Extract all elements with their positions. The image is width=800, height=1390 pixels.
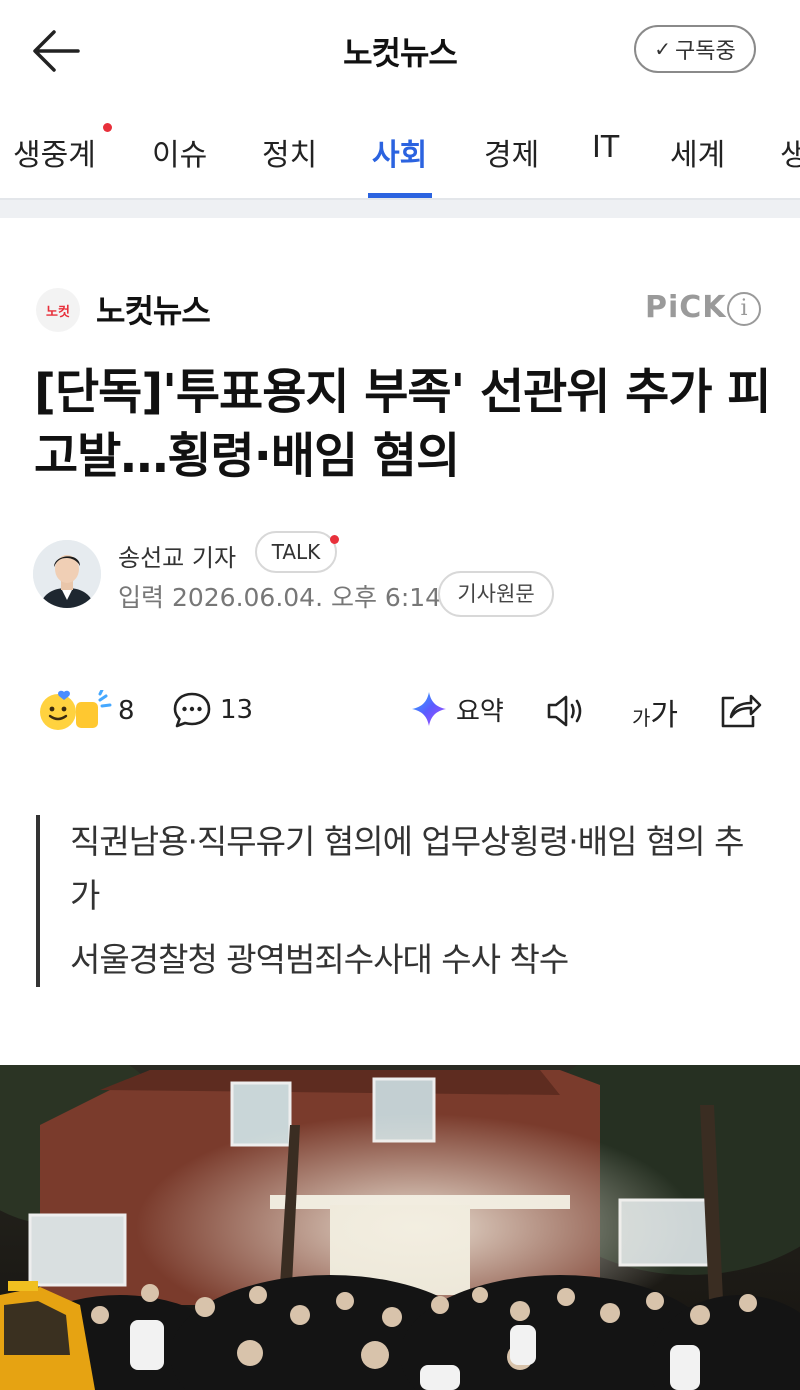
reporter-avatar[interactable] bbox=[33, 540, 101, 608]
top-header: 노컷뉴스 ✓ 구독중 bbox=[0, 0, 800, 100]
subscribe-label: 구독중 bbox=[675, 39, 736, 64]
reporter-name[interactable]: 송선교 기자 bbox=[118, 538, 236, 573]
comment-icon bbox=[173, 692, 211, 728]
tab-society[interactable]: 사회 bbox=[372, 130, 427, 174]
tab-economy[interactable]: 경제 bbox=[484, 130, 539, 174]
tab-live[interactable]: 생중계 bbox=[13, 130, 96, 174]
live-indicator bbox=[103, 123, 112, 132]
summary-label: 요약 bbox=[456, 696, 504, 727]
publish-date: 입력 2026.06.04. 오후 6:14 bbox=[118, 583, 442, 612]
summary-line: 직권남용·직무유기 혐의에 업무상횡령·배임 혐의 추가 bbox=[70, 822, 745, 915]
reporter-photo bbox=[33, 540, 101, 608]
font-size-large-label: 가 bbox=[650, 698, 679, 733]
speaker-icon bbox=[547, 695, 582, 727]
article-photo[interactable] bbox=[0, 1065, 800, 1390]
publisher-name[interactable]: 노컷뉴스 bbox=[96, 286, 211, 332]
tts-button[interactable] bbox=[545, 692, 589, 730]
tab-issue[interactable]: 이슈 bbox=[152, 130, 207, 174]
article-actions: 8 13 요약 가 가 bbox=[0, 680, 800, 740]
category-tabs: 생중계 이슈 정치 사회 경제 IT 세계 생 bbox=[0, 100, 800, 200]
article-summary: 직권남용·직무유기 혐의에 업무상횡령·배임 혐의 추가 서울경찰청 광역범죄수… bbox=[36, 815, 756, 987]
reaction-emoji-icon bbox=[40, 690, 112, 730]
summary-line: 서울경찰청 광역범죄수사대 수사 착수 bbox=[70, 940, 569, 979]
pick-badge: PiCK bbox=[645, 290, 727, 325]
comment-count: 13 bbox=[220, 695, 254, 725]
active-tab-indicator bbox=[368, 193, 432, 198]
comment-button[interactable]: 13 bbox=[172, 690, 253, 730]
sparkle-icon bbox=[412, 692, 446, 726]
tab-world[interactable]: 세계 bbox=[670, 130, 725, 174]
original-article-button[interactable]: 기사원문 bbox=[438, 571, 554, 617]
check-icon: ✓ bbox=[654, 37, 672, 61]
subscribe-button[interactable]: ✓ 구독중 bbox=[634, 25, 756, 73]
tab-politics[interactable]: 정치 bbox=[262, 130, 317, 174]
reaction-button[interactable]: 8 bbox=[38, 690, 135, 732]
tab-life[interactable]: 생 bbox=[780, 130, 800, 174]
info-icon[interactable]: i bbox=[727, 292, 761, 326]
tab-it[interactable]: IT bbox=[592, 130, 619, 165]
talk-button[interactable]: TALK bbox=[255, 531, 337, 573]
article-image bbox=[0, 1065, 800, 1390]
publisher-logo[interactable]: 노컷 bbox=[36, 288, 80, 332]
article-title: [단독]'투표용지 부족' 선관위 추가 피고발…횡령·배임 혐의 bbox=[34, 364, 771, 484]
section-divider bbox=[0, 200, 800, 218]
talk-new-dot bbox=[330, 535, 339, 544]
ai-summary-button[interactable]: 요약 bbox=[410, 690, 504, 728]
font-size-small-label: 가 bbox=[632, 705, 651, 730]
share-button[interactable] bbox=[718, 690, 762, 730]
reaction-count: 8 bbox=[118, 696, 135, 726]
share-icon bbox=[721, 694, 762, 728]
font-size-button[interactable]: 가 가 bbox=[632, 690, 678, 734]
